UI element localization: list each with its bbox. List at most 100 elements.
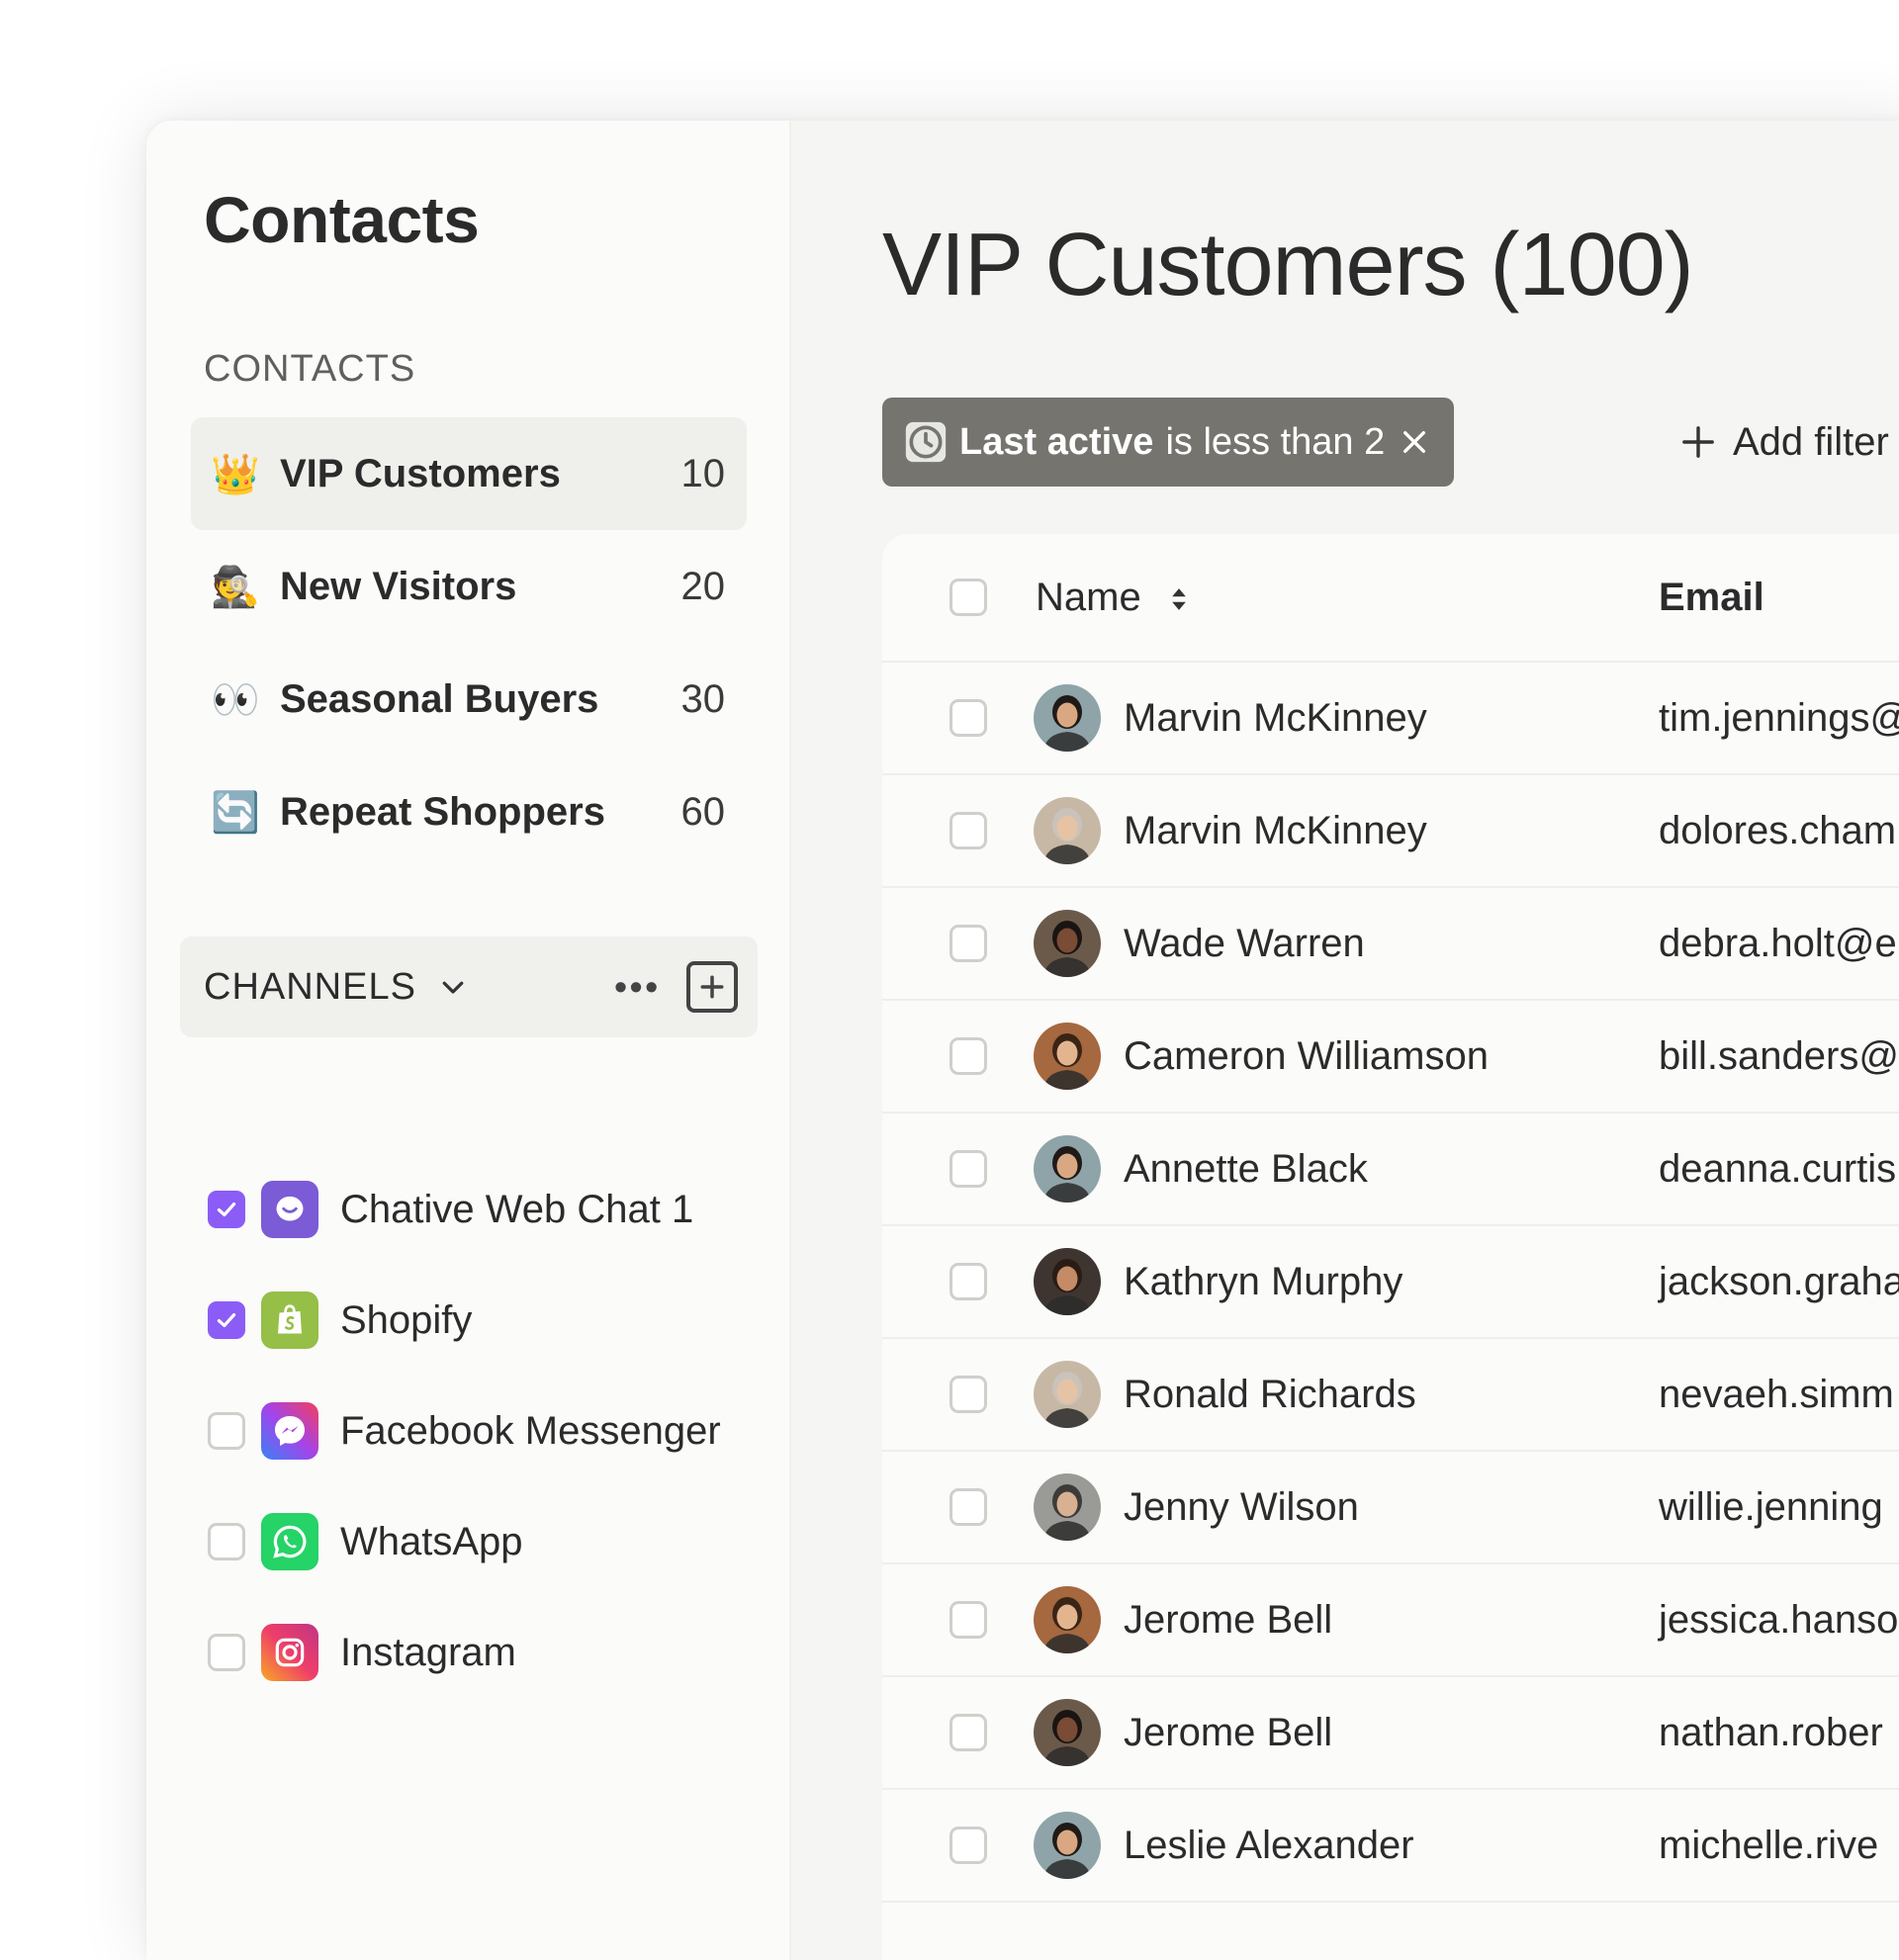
contact-name: Marvin McKinney [1124, 695, 1427, 740]
sidebar: Contacts CONTACTS 👑 VIP Customers 10 🕵️ … [146, 121, 791, 1960]
filter-chip-last-active[interactable]: Last active is less than 2 [882, 398, 1455, 487]
row-checkbox[interactable] [950, 1263, 987, 1300]
channel-item-whatsapp[interactable]: WhatsApp [208, 1486, 762, 1597]
channel-item-chative-web-chat[interactable]: Chative Web Chat 1 [208, 1154, 762, 1265]
contacts-section-label: CONTACTS [204, 348, 416, 390]
avatar [1034, 1135, 1101, 1203]
channel-checkbox[interactable] [208, 1523, 245, 1560]
row-checkbox[interactable] [950, 925, 987, 962]
channel-label: Shopify [340, 1297, 473, 1342]
crown-icon: 👑 [211, 452, 260, 496]
plus-icon [700, 975, 724, 999]
table-row[interactable]: Kathryn Murphy jackson.graha [882, 1226, 1899, 1339]
checkmark-icon [217, 1312, 236, 1328]
avatar [1034, 1361, 1101, 1428]
segment-count: 10 [680, 451, 726, 495]
avatar [1034, 797, 1101, 864]
more-options-icon[interactable]: ••• [614, 966, 661, 1008]
channel-list: Chative Web Chat 1 Shopify Facebook Mess… [208, 1154, 762, 1708]
main-panel: VIP Customers (100) Last active is less … [791, 121, 1899, 1960]
contact-email: jackson.graha [1659, 1259, 1899, 1303]
avatar [1034, 1586, 1101, 1653]
avatar [1034, 684, 1101, 752]
channel-label: WhatsApp [340, 1519, 523, 1563]
channel-item-instagram[interactable]: Instagram [208, 1597, 762, 1708]
filter-field: Last active [959, 420, 1154, 463]
row-checkbox[interactable] [950, 1488, 987, 1526]
row-checkbox[interactable] [950, 1601, 987, 1639]
contact-email: willie.jenning [1659, 1484, 1883, 1529]
app-title: Contacts [204, 183, 480, 256]
column-header-email[interactable]: Email [1659, 576, 1764, 620]
table-row[interactable]: Ronald Richards nevaeh.simm [882, 1339, 1899, 1452]
avatar [1034, 1812, 1101, 1879]
column-header-name-label: Name [1036, 575, 1141, 619]
table-header-row: Name Email [882, 534, 1899, 663]
table-row[interactable]: Jerome Bell nathan.rober [882, 1677, 1899, 1790]
channel-label: Instagram [340, 1630, 516, 1674]
row-checkbox[interactable] [950, 1150, 987, 1188]
contact-email: tim.jennings@ [1659, 695, 1899, 740]
page-title: VIP Customers (100) [882, 216, 1694, 314]
segment-count: 60 [680, 789, 726, 834]
contact-email: jessica.hanso [1659, 1597, 1899, 1642]
row-checkbox[interactable] [950, 1714, 987, 1751]
eyes-icon: 👀 [211, 677, 260, 722]
segment-new-visitors[interactable]: 🕵️ New Visitors 20 [191, 530, 747, 643]
channels-header: CHANNELS ••• [180, 936, 758, 1037]
segment-count: 30 [680, 676, 726, 721]
contact-name: Cameron Williamson [1124, 1033, 1489, 1078]
table-row[interactable]: Jerome Bell jessica.hanso [882, 1564, 1899, 1677]
row-checkbox[interactable] [950, 1826, 987, 1864]
segment-label: Seasonal Buyers [280, 676, 599, 721]
repeat-icon: 🔄 [211, 790, 260, 835]
channel-checkbox[interactable] [208, 1301, 245, 1339]
app-window: Contacts CONTACTS 👑 VIP Customers 10 🕵️ … [146, 121, 1899, 1960]
channel-checkbox[interactable] [208, 1412, 245, 1450]
contact-name: Leslie Alexander [1124, 1823, 1414, 1867]
add-channel-button[interactable] [686, 961, 738, 1013]
row-checkbox[interactable] [950, 699, 987, 737]
channel-label: Chative Web Chat 1 [340, 1187, 694, 1231]
channel-checkbox[interactable] [208, 1191, 245, 1228]
table-row[interactable]: Wade Warren debra.holt@e [882, 888, 1899, 1001]
contact-name: Jerome Bell [1124, 1710, 1333, 1754]
table-row[interactable]: Marvin McKinney tim.jennings@ [882, 663, 1899, 775]
segment-label: New Visitors [280, 564, 517, 608]
contact-name: Ronald Richards [1124, 1372, 1416, 1416]
clock-icon [905, 421, 947, 463]
table-row[interactable]: Annette Black deanna.curtis [882, 1114, 1899, 1226]
contact-email: michelle.rive [1659, 1823, 1879, 1867]
row-checkbox[interactable] [950, 812, 987, 849]
contact-name: Annette Black [1124, 1146, 1368, 1191]
whatsapp-icon [261, 1513, 318, 1570]
close-icon[interactable] [1401, 428, 1428, 456]
avatar [1034, 1248, 1101, 1315]
add-filter-button[interactable]: Add filter [1681, 398, 1889, 487]
channel-checkbox[interactable] [208, 1634, 245, 1671]
chevron-down-icon[interactable] [438, 972, 468, 1002]
segment-repeat-shoppers[interactable]: 🔄 Repeat Shoppers 60 [191, 756, 747, 868]
contact-name: Kathryn Murphy [1124, 1259, 1403, 1303]
contact-email: debra.holt@e [1659, 921, 1897, 965]
segment-vip-customers[interactable]: 👑 VIP Customers 10 [191, 417, 747, 530]
row-checkbox[interactable] [950, 1376, 987, 1413]
sort-icon[interactable] [1168, 584, 1190, 614]
chat-bubble-icon [261, 1181, 318, 1238]
messenger-icon [261, 1402, 318, 1460]
table-row[interactable]: Jenny Wilson willie.jenning [882, 1452, 1899, 1564]
select-all-checkbox[interactable] [950, 579, 987, 616]
table-row[interactable]: Leslie Alexander michelle.rive [882, 1790, 1899, 1903]
channel-item-shopify[interactable]: Shopify [208, 1265, 762, 1376]
channels-title[interactable]: CHANNELS [204, 966, 416, 1009]
avatar [1034, 910, 1101, 977]
avatar [1034, 1699, 1101, 1766]
table-row[interactable]: Cameron Williamson bill.sanders@ [882, 1001, 1899, 1114]
segment-seasonal-buyers[interactable]: 👀 Seasonal Buyers 30 [191, 643, 747, 756]
segment-label: Repeat Shoppers [280, 789, 605, 834]
instagram-icon [261, 1624, 318, 1681]
column-header-name[interactable]: Name [1036, 576, 1190, 620]
row-checkbox[interactable] [950, 1037, 987, 1075]
table-row[interactable]: Marvin McKinney dolores.cham [882, 775, 1899, 888]
channel-item-facebook-messenger[interactable]: Facebook Messenger [208, 1376, 762, 1486]
